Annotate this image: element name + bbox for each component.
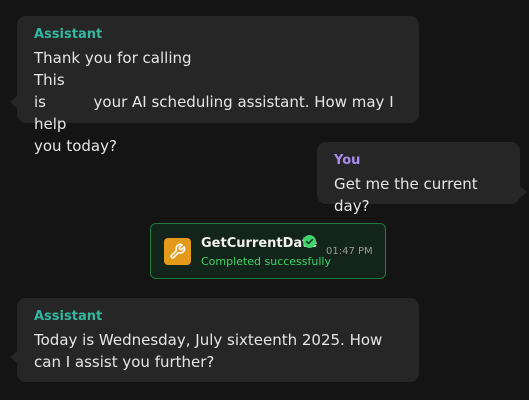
bubble-tail [10,95,18,109]
message-text: Today is Wednesday, July sixteenth 2025.… [34,331,383,371]
user-message: You Get me the current day? [317,142,527,215]
chat-thread: Assistant Thank you for calling This is … [0,0,529,400]
sender-label: Assistant [34,309,103,324]
sender-label: Assistant [34,27,103,42]
message-text: Get me the current day? [334,175,478,215]
bubble-tail [10,350,18,364]
tool-status: Completed successfully [201,255,331,268]
redacted-block [196,48,385,66]
sender-label: You [334,153,361,168]
redacted-block [50,92,89,110]
bubble-tail [519,185,527,199]
message-text-part: you today? [34,137,117,155]
check-circle-icon [303,235,316,248]
tool-name: GetCurrentDate [201,236,318,251]
tool-call-card[interactable]: GetCurrentDate Completed successfully 01… [150,223,386,279]
message-text-part: is [34,93,46,111]
assistant-message: Assistant Thank you for calling This is … [10,16,419,155]
wrench-icon [164,238,191,265]
message-text: Thank you for calling This is your AI sc… [34,47,402,157]
message-text-part: Thank you for calling [34,49,192,67]
tool-timestamp: 01:47 PM [326,246,373,257]
message-text-part: This [34,71,65,89]
assistant-message: Assistant Today is Wednesday, July sixte… [10,298,419,382]
